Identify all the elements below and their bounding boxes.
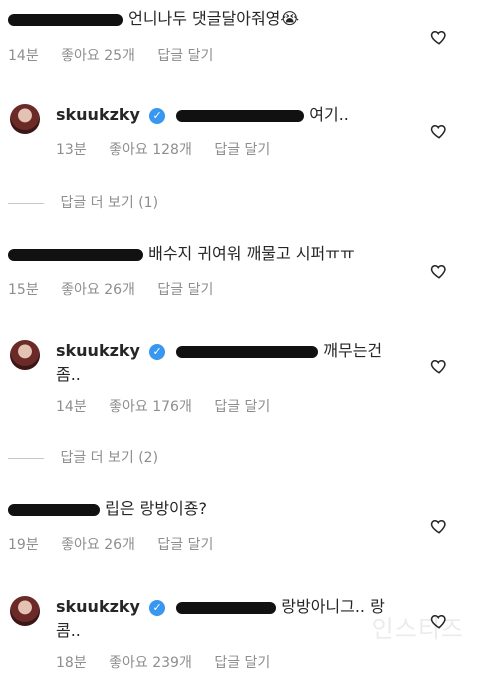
redacted-mention xyxy=(176,109,305,122)
watermark: 인스티즈 xyxy=(371,615,464,643)
comment-6-body-line2: 콤.. xyxy=(56,621,81,640)
avatar[interactable] xyxy=(10,596,40,626)
comment-6-meta: 18분 좋아요 239개 답글 달기 xyxy=(56,652,288,672)
comment-time: 15분 xyxy=(8,282,39,298)
comment-4-body-line2: 좀.. xyxy=(56,365,81,384)
like-count[interactable]: 좋아요 26개 xyxy=(61,537,135,553)
comment-time: 18분 xyxy=(56,655,87,671)
view-more-label[interactable]: 답글 더 보기 (2) xyxy=(60,450,158,466)
like-count[interactable]: 좋아요 128개 xyxy=(109,142,192,158)
redacted-mention xyxy=(176,601,277,614)
like-count[interactable]: 좋아요 239개 xyxy=(109,655,192,671)
view-more-replies[interactable]: 답글 더 보기 (2) xyxy=(8,447,158,467)
view-more-label[interactable]: 답글 더 보기 (1) xyxy=(60,195,158,211)
redacted-username xyxy=(8,248,143,261)
comment-text: 배수지 귀여워 깨물고 시퍼ㅠㅠ xyxy=(148,244,355,263)
comment-3-meta: 15분 좋아요 26개 답글 달기 xyxy=(8,279,231,299)
comment-text: 여기.. xyxy=(309,105,349,124)
like-count[interactable]: 좋아요 176개 xyxy=(109,399,192,415)
heart-outline-icon[interactable] xyxy=(430,122,448,140)
reply-button[interactable]: 답글 달기 xyxy=(214,399,270,415)
heart-outline-icon[interactable] xyxy=(430,517,448,535)
comment-5-body: 립은 랑방이죵? xyxy=(8,498,207,520)
comment-time: 14분 xyxy=(8,48,39,64)
view-more-replies[interactable]: 답글 더 보기 (1) xyxy=(8,192,158,212)
comment-text: 깨무는건 xyxy=(323,341,383,360)
comment-time: 13분 xyxy=(56,142,87,158)
verified-badge-icon: ✓ xyxy=(149,599,166,616)
reply-button[interactable]: 답글 달기 xyxy=(157,537,213,553)
username[interactable]: skuukzky xyxy=(56,341,140,360)
redacted-username xyxy=(8,503,100,516)
comment-1-meta: 14분 좋아요 25개 답글 달기 xyxy=(8,45,231,65)
verified-badge-icon: ✓ xyxy=(149,343,166,360)
comment-6-body: skuukzky ✓ 랑방아니그.. 랑 xyxy=(56,596,385,618)
like-count[interactable]: 좋아요 26개 xyxy=(61,282,135,298)
reply-button[interactable]: 답글 달기 xyxy=(157,282,213,298)
avatar[interactable] xyxy=(10,340,40,370)
heart-outline-icon[interactable] xyxy=(430,28,448,46)
comment-4-meta: 14분 좋아요 176개 답글 달기 xyxy=(56,396,288,416)
like-count[interactable]: 좋아요 25개 xyxy=(61,48,135,64)
heart-outline-icon[interactable] xyxy=(430,357,448,375)
comment-1-body: 언니나두 댓글달아줘영😭 xyxy=(8,8,299,30)
reply-button[interactable]: 답글 달기 xyxy=(157,48,213,64)
divider xyxy=(8,457,44,459)
username[interactable]: skuukzky xyxy=(56,597,140,616)
avatar[interactable] xyxy=(10,104,40,134)
comment-time: 19분 xyxy=(8,537,39,553)
reply-button[interactable]: 답글 달기 xyxy=(214,142,270,158)
comment-text: 언니나두 댓글달아줘영😭 xyxy=(128,9,300,28)
username[interactable]: skuukzky xyxy=(56,105,140,124)
comment-5-meta: 19분 좋아요 26개 답글 달기 xyxy=(8,534,231,554)
comment-4-body: skuukzky ✓ 깨무는건 xyxy=(56,340,382,362)
verified-badge-icon: ✓ xyxy=(149,107,166,124)
comment-3-body: 배수지 귀여워 깨물고 시퍼ㅠㅠ xyxy=(8,243,355,265)
comment-text: 랑방아니그.. 랑 xyxy=(281,597,385,616)
comment-2-meta: 13분 좋아요 128개 답글 달기 xyxy=(56,139,288,159)
divider xyxy=(8,202,44,204)
redacted-mention xyxy=(176,345,319,358)
comment-text: 립은 랑방이죵? xyxy=(105,499,207,518)
heart-outline-icon[interactable] xyxy=(430,262,448,280)
redacted-username xyxy=(8,13,123,26)
reply-button[interactable]: 답글 달기 xyxy=(214,655,270,671)
comment-time: 14분 xyxy=(56,399,87,415)
comment-2-body: skuukzky ✓ 여기.. xyxy=(56,104,349,126)
